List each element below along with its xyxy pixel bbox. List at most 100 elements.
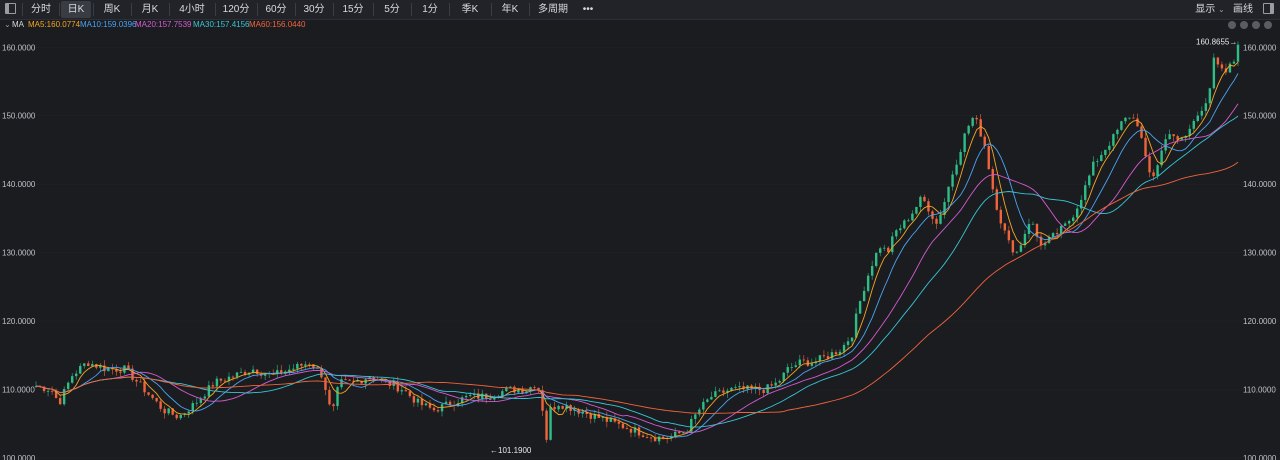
candle-body (999, 209, 1003, 224)
candle-body (400, 390, 404, 392)
price-chart[interactable]: 160.0000 160.0000 150.0000 150.0000 140.0000… (0, 0, 1280, 460)
candle-body (1124, 117, 1127, 122)
candle-body (653, 437, 657, 442)
candle-body (854, 313, 858, 338)
candle-body (645, 437, 649, 438)
candle-body (1096, 161, 1099, 162)
candle-body (328, 389, 331, 405)
candle-body (1035, 223, 1039, 237)
candle-body (762, 390, 765, 394)
candle-body (846, 341, 850, 345)
candle-body (179, 414, 182, 419)
candle-body (637, 427, 641, 436)
candle-body (621, 423, 625, 429)
candle-body (143, 381, 146, 393)
candle-body (834, 352, 838, 355)
candle-body (62, 388, 66, 405)
candle-body (718, 390, 721, 392)
candle-body (842, 344, 846, 352)
candle-body (782, 372, 785, 382)
candle-body (1216, 57, 1220, 65)
candle-body (561, 405, 564, 409)
candle-body (903, 220, 906, 229)
candle-body (790, 366, 793, 368)
candle-body (915, 206, 918, 214)
candle-body (1007, 230, 1011, 241)
candle-body (609, 418, 613, 422)
candle-body (1104, 149, 1107, 155)
candle-body (798, 359, 802, 366)
candle-body (1063, 223, 1067, 226)
candle-body (963, 133, 966, 152)
y-tick-label-left: 120.0000 (2, 317, 36, 326)
candle-body (911, 213, 914, 221)
candle-body (1059, 225, 1063, 235)
candle-body (967, 125, 970, 134)
candle-body (424, 403, 428, 406)
candle-body (1075, 208, 1079, 218)
candle-body (187, 411, 190, 414)
candle-body (1156, 165, 1159, 177)
candle-body (255, 369, 259, 374)
candle-body (50, 390, 54, 392)
candle-body (336, 387, 339, 407)
candle-body (1011, 240, 1015, 253)
candle-body (203, 396, 207, 399)
y-tick-label-right: 120.0000 (1243, 317, 1277, 326)
candle-body (416, 398, 420, 403)
candle-body (66, 382, 70, 389)
candle-body (151, 394, 154, 398)
candle-body (91, 364, 94, 367)
candle-body (702, 401, 705, 410)
candle-body (135, 379, 138, 382)
candle-body (408, 391, 412, 397)
candle-body (862, 290, 866, 302)
candle-body (79, 365, 82, 374)
candle-body (404, 390, 408, 392)
candle-body (738, 386, 741, 388)
candle-body (1208, 88, 1212, 104)
high-annotation: 160.8655→ (1196, 37, 1237, 46)
candle-body (657, 436, 661, 442)
candle-body (1084, 185, 1087, 200)
candle-body (83, 363, 86, 366)
candle-body (951, 174, 954, 187)
candle-body (1088, 175, 1091, 186)
candle-body (939, 214, 942, 224)
candle-body (549, 407, 552, 440)
candle-body (215, 378, 219, 387)
candle-body (706, 399, 709, 402)
candle-body (75, 373, 78, 377)
candle-body (87, 363, 90, 367)
low-annotation: ←101.1900 (490, 446, 532, 455)
y-tick-label-left: 100.0000 (2, 454, 36, 460)
candle-body (1132, 117, 1135, 119)
candle-body (1168, 134, 1171, 140)
candle-body (1220, 64, 1224, 69)
candle-body (557, 405, 560, 410)
candle-body (195, 402, 199, 404)
candle-body (231, 376, 235, 378)
candle-body (58, 398, 62, 405)
y-tick-label-right: 140.0000 (1243, 180, 1277, 189)
candle-body (617, 421, 621, 424)
candle-body (1196, 115, 1199, 121)
candle-body (513, 386, 516, 393)
candle-body (1172, 134, 1175, 137)
candle-body (412, 396, 416, 403)
candle-body (802, 359, 806, 361)
candle-body (971, 117, 974, 126)
candle-body (883, 247, 886, 249)
candle-body (159, 401, 162, 409)
candle-body (324, 377, 327, 390)
candle-body (46, 390, 50, 392)
candle-body (625, 428, 629, 429)
candle-body (955, 164, 958, 175)
candle-body (1204, 103, 1208, 111)
candle-body (348, 379, 351, 381)
candle-body (722, 390, 725, 393)
candle-body (935, 218, 938, 224)
candle-body (794, 365, 797, 367)
candle-body (987, 145, 990, 170)
candle-body (979, 119, 982, 137)
